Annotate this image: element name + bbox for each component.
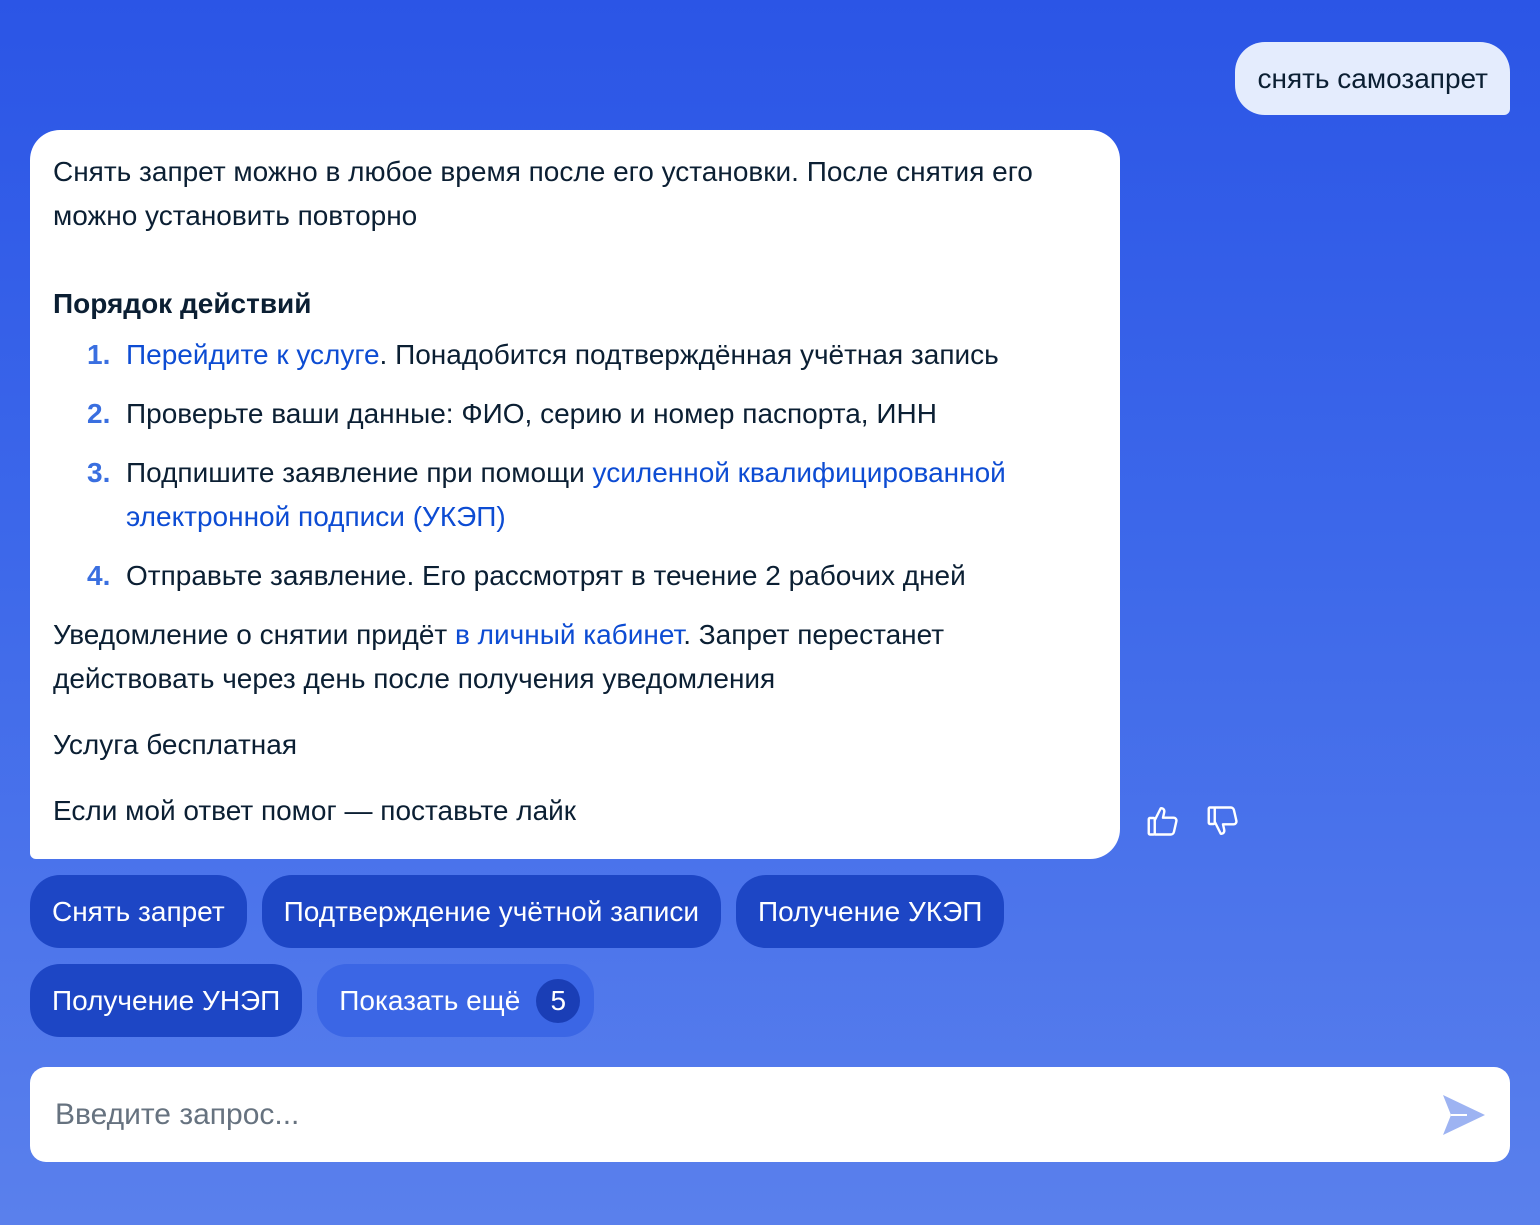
step-number: 2.: [87, 398, 111, 429]
show-more-count-badge: 5: [536, 978, 581, 1023]
bot-intro-text: Снять запрет можно в любое время после е…: [53, 156, 1033, 231]
step-item-4: 4. Отправьте заявление. Его рассмотрят в…: [53, 554, 1080, 598]
query-input[interactable]: [53, 1096, 1440, 1133]
chip-account-confirmation[interactable]: Подтверждение учётной записи: [261, 875, 721, 948]
thumbs-up-icon: [1147, 806, 1178, 836]
send-icon: [1443, 1094, 1485, 1135]
reactions: [1144, 800, 1242, 842]
show-more-label: Показать ещё: [339, 984, 521, 1016]
feedback-text: Если мой ответ помог — поставьте лайк: [53, 795, 577, 826]
step-text: Проверьте ваши данные: ФИО, серию и номе…: [126, 398, 937, 429]
send-button[interactable]: [1440, 1091, 1488, 1139]
step-number: 1.: [87, 339, 111, 370]
quick-replies-row: Получение УНЭП Показать ещё 5: [30, 964, 1130, 1037]
user-message-text: снять самозапрет: [1257, 62, 1488, 94]
free-service-text: Услуга бесплатная: [53, 729, 297, 760]
go-to-service-link[interactable]: Перейдите к услуге: [126, 339, 380, 370]
chip-get-unep[interactable]: Получение УНЭП: [30, 964, 303, 1037]
step-item-1: 1. Перейдите к услуге. Понадобится подтв…: [53, 333, 1080, 377]
step-item-2: 2. Проверьте ваши данные: ФИО, серию и н…: [53, 392, 1080, 436]
step-number: 4.: [87, 560, 111, 591]
like-button[interactable]: [1144, 800, 1182, 842]
query-input-bar: [30, 1067, 1510, 1162]
quick-replies-row: Снять запрет Подтверждение учётной запис…: [30, 875, 1130, 948]
step-item-3: 3. Подпишите заявление при помощи усилен…: [53, 451, 1080, 539]
steps-title: Порядок действий: [53, 288, 312, 319]
show-more-button[interactable]: Показать ещё 5: [317, 964, 595, 1037]
dislike-button[interactable]: [1204, 800, 1242, 842]
thumbs-down-icon: [1207, 806, 1238, 836]
chip-remove-ban[interactable]: Снять запрет: [30, 875, 247, 948]
step-text: Перейдите к услуге. Понадобится подтверж…: [126, 333, 1080, 377]
user-message-bubble: снять самозапрет: [1235, 42, 1510, 115]
bot-message-bubble: Снять запрет можно в любое время после е…: [30, 130, 1120, 859]
note-text-head: Уведомление о снятии придёт: [53, 619, 456, 650]
step-number: 3.: [87, 457, 111, 488]
step-text-tail: . Понадобится подтверждённая учётная зап…: [379, 339, 999, 370]
notification-note: Уведомление о снятии придёт в личный каб…: [53, 613, 1080, 701]
step-text: Отправьте заявление. Его рассмотрят в те…: [126, 560, 966, 591]
step-text-head: Подпишите заявление при помощи: [126, 457, 593, 488]
steps-list: 1. Перейдите к услуге. Понадобится подтв…: [53, 333, 1080, 598]
step-text: Подпишите заявление при помощи усиленной…: [126, 451, 1080, 539]
personal-account-link[interactable]: в личный кабинет: [455, 619, 683, 650]
chip-get-ukep[interactable]: Получение УКЭП: [736, 875, 1005, 948]
quick-replies: Снять запрет Подтверждение учётной запис…: [30, 875, 1130, 1053]
